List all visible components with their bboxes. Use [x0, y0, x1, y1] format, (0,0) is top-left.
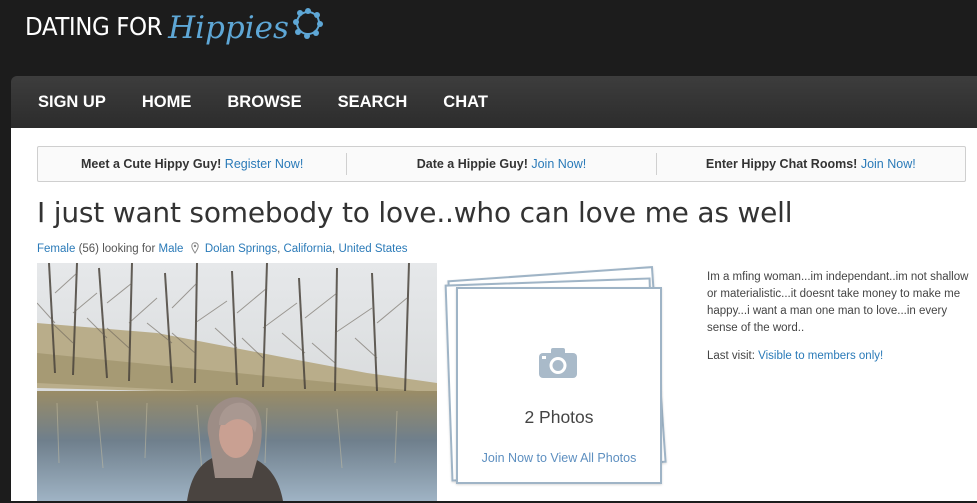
- flower-wreath-icon: [292, 8, 323, 39]
- last-visit-link[interactable]: Visible to members only!: [758, 350, 883, 362]
- looking-for-label: looking for: [102, 243, 156, 255]
- location-separator: ,: [332, 243, 336, 255]
- promo-text: Enter Hippy Chat Rooms!: [705, 157, 858, 171]
- city-link[interactable]: Dolan Springs: [205, 243, 277, 255]
- nav-chat[interactable]: CHAT: [416, 93, 497, 112]
- nav-signup[interactable]: SIGN UP: [11, 93, 115, 112]
- camera-icon: [539, 348, 577, 378]
- profile-bio: Im a mfing woman...im independant..im no…: [707, 271, 969, 334]
- location-separator: ,: [277, 243, 281, 255]
- promo-text: Date a Hippie Guy!: [416, 157, 528, 171]
- chat-join-now-link[interactable]: Join Now!: [861, 157, 916, 171]
- profile-headline: I just want somebody to love..who can lo…: [37, 196, 793, 229]
- nav-browse[interactable]: BROWSE: [200, 93, 310, 112]
- promo-item: Date a Hippie Guy! Join Now!: [347, 157, 655, 171]
- view-all-photos-link[interactable]: Join Now to View All Photos: [458, 451, 660, 465]
- country-link[interactable]: United States: [338, 243, 407, 255]
- last-visit-label: Last visit:: [707, 350, 755, 362]
- location-pin-icon: [190, 242, 199, 254]
- main-content: Meet a Cute Hippy Guy! Register Now! Dat…: [11, 128, 977, 501]
- nav-search[interactable]: SEARCH: [311, 93, 417, 112]
- main-nav: SIGN UP HOME BROWSE SEARCH CHAT: [11, 76, 977, 128]
- photo-card-front: 2 Photos Join Now to View All Photos: [456, 287, 662, 484]
- seeking-link[interactable]: Male: [158, 243, 183, 255]
- logo-text-script: Hippies: [168, 10, 289, 46]
- site-logo[interactable]: DATING FOR Hippies: [25, 0, 325, 52]
- profile-meta: Female (56) looking for Male Dolan Sprin…: [37, 242, 408, 255]
- profile-photo[interactable]: [37, 263, 437, 501]
- logo-text-primary: DATING FOR: [25, 11, 163, 41]
- photo-count: 2 Photos: [524, 407, 594, 427]
- last-visit: Last visit: Visible to members only!: [707, 350, 883, 362]
- register-now-link[interactable]: Register Now!: [225, 157, 304, 171]
- join-now-link[interactable]: Join Now!: [531, 157, 586, 171]
- promo-item: Meet a Cute Hippy Guy! Register Now!: [38, 157, 346, 171]
- age-text: (56): [78, 243, 100, 255]
- promo-bar: Meet a Cute Hippy Guy! Register Now! Dat…: [37, 146, 966, 182]
- gender-link[interactable]: Female: [37, 243, 75, 255]
- promo-text: Meet a Cute Hippy Guy!: [81, 157, 222, 171]
- state-link[interactable]: California: [283, 243, 332, 255]
- nav-home[interactable]: HOME: [115, 93, 201, 112]
- promo-item: Enter Hippy Chat Rooms! Join Now!: [657, 157, 965, 171]
- photo-stack[interactable]: 2 Photos Join Now to View All Photos: [440, 266, 670, 503]
